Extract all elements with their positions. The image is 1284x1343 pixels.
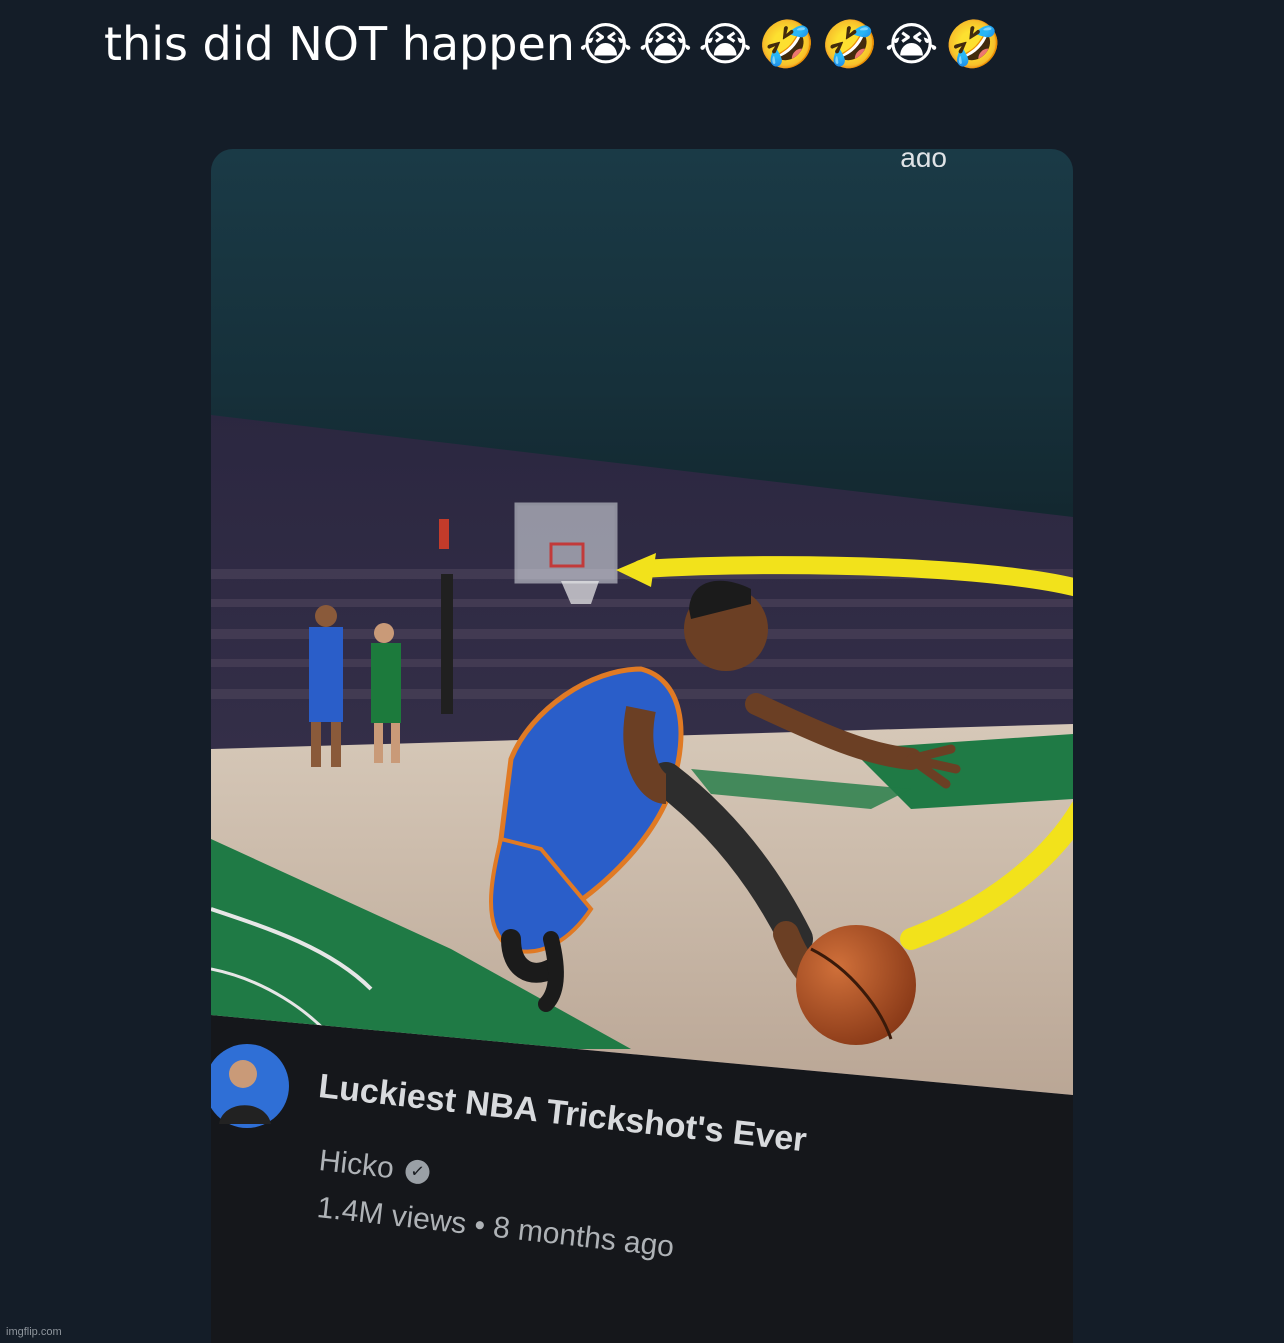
emoji-reactions: 😭😭😭🤣🤣😭🤣 — [578, 17, 1008, 71]
attached-photo[interactable]: ago Luckiest NBA Trickshot's Ever Hicko … — [211, 149, 1073, 1343]
photo-of-screen — [211, 415, 1073, 1343]
video-thumbnail — [211, 415, 1073, 1095]
imgflip-watermark: imgflip.com — [6, 1326, 62, 1338]
tweet-text: this did NOT happen😭😭😭🤣🤣😭🤣 — [104, 12, 1008, 76]
tweet-caption: this did NOT happen — [104, 17, 575, 71]
